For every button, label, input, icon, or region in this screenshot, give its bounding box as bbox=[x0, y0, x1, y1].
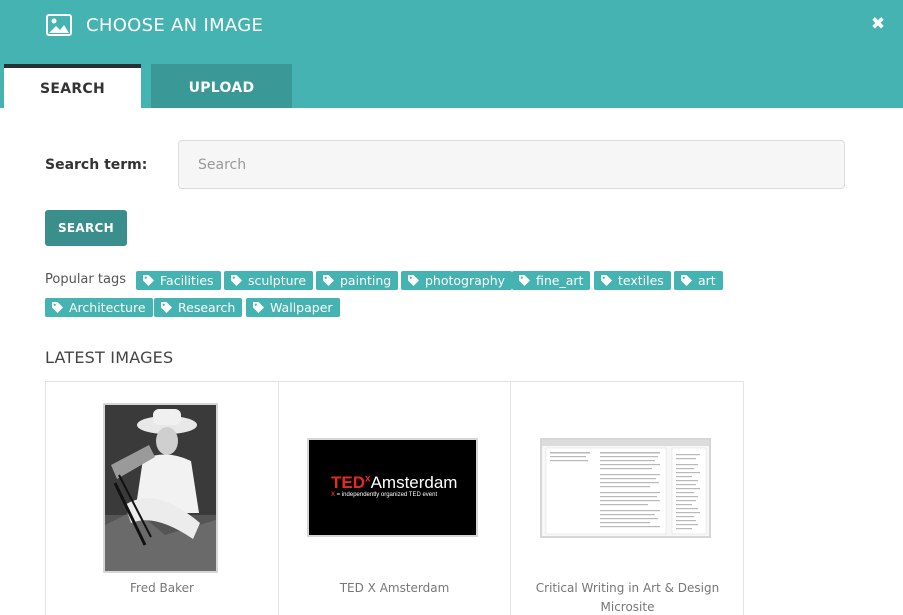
tag-icon bbox=[601, 275, 612, 286]
tab-search[interactable]: SEARCH bbox=[4, 64, 141, 108]
modal-title: CHOOSE AN IMAGE bbox=[86, 15, 264, 36]
tag-icon bbox=[323, 275, 334, 286]
image-card-fred-baker[interactable]: Fred Baker bbox=[46, 382, 279, 615]
tag-label: Wallpaper bbox=[270, 300, 333, 315]
tag-icon bbox=[231, 275, 242, 286]
image-caption: Fred Baker bbox=[130, 581, 194, 595]
tag-icon bbox=[253, 302, 264, 313]
image-caption: TED X Amsterdam bbox=[339, 581, 450, 595]
tag-icon bbox=[681, 275, 692, 286]
tag-facilities[interactable]: Facilities bbox=[136, 271, 221, 290]
tag-wallpaper[interactable]: Wallpaper bbox=[246, 298, 340, 317]
search-button[interactable]: SEARCH bbox=[45, 210, 127, 246]
tag-icon bbox=[408, 275, 419, 286]
tag-research[interactable]: Research bbox=[154, 298, 243, 317]
tag-art[interactable]: art bbox=[674, 271, 723, 290]
tag-label: art bbox=[698, 273, 716, 288]
tag-label: textiles bbox=[618, 273, 664, 288]
tag-painting[interactable]: painting bbox=[316, 271, 399, 290]
ted-city: Amsterdam bbox=[370, 473, 458, 492]
tag-label: sculpture bbox=[248, 273, 307, 288]
modal-header: CHOOSE AN IMAGE ✖ SEARCH UPLOAD bbox=[0, 0, 903, 108]
tag-label: Research bbox=[178, 300, 236, 315]
popular-tags-label: Popular tags bbox=[45, 272, 126, 287]
image-card-ted-x-amsterdam[interactable]: TEDxAmsterdam X = independently organize… bbox=[279, 382, 511, 615]
tag-label: painting bbox=[340, 273, 392, 288]
ted-brand: TED bbox=[331, 473, 365, 492]
image-icon bbox=[46, 14, 72, 36]
tag-icon bbox=[161, 302, 172, 313]
image-caption: Critical Writing in Art & Design Microsi… bbox=[535, 581, 720, 614]
search-term-label: Search term: bbox=[45, 157, 148, 173]
ted-logo-text: TEDxAmsterdam bbox=[331, 473, 457, 493]
tag-icon bbox=[519, 275, 530, 286]
ted-subline: X = independently organized TED event bbox=[331, 492, 437, 498]
tag-icon bbox=[52, 302, 63, 313]
tag-fine-art[interactable]: fine_art bbox=[512, 271, 591, 290]
image-thumbnail: TEDxAmsterdam X = independently organize… bbox=[307, 438, 478, 537]
tab-upload[interactable]: UPLOAD bbox=[151, 64, 292, 108]
latest-images-grid: Fred Baker TEDxAmsterdam X = independent… bbox=[45, 381, 744, 615]
tag-label: fine_art bbox=[536, 273, 584, 288]
tag-label: photography bbox=[425, 273, 506, 288]
tag-label: Facilities bbox=[160, 273, 214, 288]
latest-images-title: LATEST IMAGES bbox=[45, 348, 174, 367]
search-input[interactable] bbox=[178, 140, 845, 189]
image-thumbnail bbox=[540, 438, 711, 538]
tag-label: Architecture bbox=[69, 300, 146, 315]
tag-icon bbox=[143, 275, 154, 286]
tag-architecture[interactable]: Architecture bbox=[45, 298, 153, 317]
ted-subline-text: = independently organized TED event bbox=[335, 492, 438, 498]
image-card-critical-writing[interactable]: Critical Writing in Art & Design Microsi… bbox=[511, 382, 744, 615]
webpage-screenshot bbox=[542, 440, 709, 536]
photo-portrait bbox=[105, 405, 216, 571]
tag-sculpture[interactable]: sculpture bbox=[224, 271, 314, 290]
tag-textiles[interactable]: textiles bbox=[594, 271, 671, 290]
image-thumbnail bbox=[103, 403, 218, 573]
tag-photography[interactable]: photography bbox=[401, 271, 513, 290]
close-icon[interactable]: ✖ bbox=[868, 12, 888, 36]
